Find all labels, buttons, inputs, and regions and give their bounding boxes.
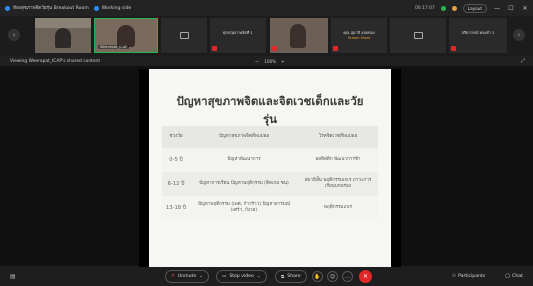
participant-tile-1[interactable]	[35, 18, 91, 53]
row-problem: ปัญหาพฤติกรรม (เพศ, ก้าวร้าว) ปัญหาอารมณ…	[190, 196, 298, 220]
participant-tile-3[interactable]	[161, 18, 207, 53]
header-age: ช่วงวัย	[162, 126, 190, 148]
participant-tile-2[interactable]: Weerapat_ICAP	[94, 18, 158, 53]
encryption-status-icon	[451, 5, 457, 11]
shared-screen: ปัญหาสุขภาพจิตและจิตเวชเด็กและวัยรุ่น ช่…	[0, 66, 533, 268]
participant-tile-8[interactable]: ปรียาภรณ์ ทองคำ 2	[449, 18, 507, 53]
share-button[interactable]: ⧉ Share	[275, 270, 307, 283]
gallery-next-icon[interactable]: ›	[513, 29, 525, 41]
row-problem: ปัญหาพัฒนาการ	[190, 148, 298, 172]
breakout-room-title: ห้องสุขภาพจิตวัยรุ่น Breakout Room	[5, 5, 89, 12]
row-age: 0-5 ปี	[162, 148, 190, 172]
participant-video-silhouette	[290, 24, 306, 48]
more-icon: …	[342, 271, 353, 282]
slide-border-right	[391, 69, 401, 268]
row-disorder: ออทิสติก พัฒนาการช้า	[298, 148, 378, 172]
header-problem: ปัญหาสุขภาพจิตที่พบบ่อย	[190, 126, 298, 148]
recording-indicator[interactable]: Working side	[93, 5, 132, 11]
room-name: ห้องสุขภาพจิตวัยรุ่น Breakout Room	[13, 5, 89, 11]
participant-video-silhouette	[117, 25, 135, 47]
maximize-button[interactable]: ☐	[507, 5, 515, 12]
camera-off-icon	[414, 32, 423, 39]
reactions-emoji-button[interactable]: ☺	[327, 270, 338, 283]
slide-title: ปัญหาสุขภาพจิตและจิตเวชเด็กและวัยรุ่น	[176, 94, 364, 126]
participant-gallery: ‹ Weerapat_ICAP ศุภกฤตภาพจิตที่ 1 คุณ สุ…	[0, 17, 533, 55]
participant-tile-6[interactable]: คุณ สุมาลี ลอยทอง Screen Share	[331, 18, 387, 53]
hand-icon: ✋	[312, 271, 323, 282]
screen-share-label: Screen Share	[347, 36, 371, 40]
chat-button[interactable]: ◯ Chat	[505, 270, 523, 283]
row-age: 13-18 ปี	[162, 196, 190, 220]
participant-tile-5[interactable]	[270, 18, 328, 53]
participants-button[interactable]: ⚇ Participants	[452, 270, 485, 283]
viewing-label: Viewing Weerapat_ICAP's shared content	[10, 58, 101, 64]
participants-icon: ⚇	[452, 274, 457, 279]
mic-muted-icon	[272, 46, 277, 51]
minimize-button[interactable]: —	[493, 5, 501, 12]
meeting-toolbar: ▤ ✕ Unmute ⌄ ▭ Stop video ⌄ ⧉ Share ✋ ☺ …	[0, 267, 533, 286]
table-row: 6-12 ปี ปัญหาการเรียน ปัญหาพฤติกรรม (ติด…	[162, 172, 378, 196]
table-row: 13-18 ปี ปัญหาพฤติกรรม (เพศ, ก้าวร้าว) ป…	[162, 196, 378, 220]
connection-status-icon	[440, 5, 446, 11]
stop-video-label: Stop video	[229, 274, 254, 279]
more-options-button[interactable]: …	[342, 270, 353, 283]
viewing-bar: Viewing Weerapat_ICAP's shared content —…	[0, 56, 533, 66]
recording-dot-icon	[93, 5, 99, 11]
mic-muted-icon	[451, 46, 456, 51]
row-disorder: พฤติกรรมเกเร	[298, 196, 378, 220]
table-row: 0-5 ปี ปัญหาพัฒนาการ ออทิสติก พัฒนาการช้…	[162, 148, 378, 172]
zoom-level[interactable]: 100%	[264, 59, 276, 64]
recording-label: Working side	[101, 5, 132, 11]
title-bar: ห้องสุขภาพจิตวัยรุ่น Breakout Room Worki…	[0, 0, 533, 16]
mic-muted-icon	[333, 46, 338, 51]
meeting-info-icon[interactable]: ▤	[10, 270, 16, 283]
row-disorder: สมาธิสั้น พฤติกรรมเกเร ภาวะการเรียนบกพร่…	[298, 172, 378, 196]
zoom-out-button[interactable]: —	[255, 59, 259, 64]
stop-video-control[interactable]: ▭ Stop video ⌄	[216, 270, 267, 283]
camera-off-icon	[180, 32, 189, 39]
end-meeting-button[interactable]: ✕	[359, 270, 372, 283]
title-bar-right: 00:17:07 Layout — ☐ ✕	[415, 0, 529, 16]
reactions-button[interactable]: ✋	[312, 270, 323, 283]
header-disorder: โรคจิตเวชที่พบบ่อย	[298, 126, 378, 148]
share-label: Share	[287, 274, 301, 279]
end-call-icon: ✕	[359, 270, 372, 283]
mic-muted-icon	[212, 46, 217, 51]
meeting-window: ห้องสุขภาพจิตวัยรุ่น Breakout Room Worki…	[0, 0, 533, 286]
view-options-icon[interactable]: ⤢	[521, 58, 525, 64]
mic-muted-icon: ✕	[171, 274, 175, 279]
participant-video-silhouette	[55, 28, 71, 48]
video-camera-icon: ▭	[222, 274, 227, 279]
slide-border-left	[139, 69, 149, 268]
table-header-row: ช่วงวัย ปัญหาสุขภาพจิตที่พบบ่อย โรคจิตเว…	[162, 126, 378, 148]
smile-icon: ☺	[327, 271, 338, 282]
chat-label: Chat	[512, 274, 523, 279]
layout-button[interactable]: Layout	[462, 3, 487, 13]
meeting-app-icon	[5, 5, 10, 11]
participants-label: Participants	[458, 274, 486, 279]
meeting-timer: 00:17:07	[415, 5, 435, 11]
participant-name: ปรียาภรณ์ ทองคำ 2	[461, 30, 495, 35]
participant-tile-4[interactable]: ศุภกฤตภาพจิตที่ 1	[210, 18, 266, 53]
close-button[interactable]: ✕	[521, 5, 529, 12]
zoom-in-button[interactable]: +	[281, 59, 285, 64]
participant-video-background	[35, 18, 91, 28]
chevron-down-icon: ⌄	[256, 274, 261, 279]
slide-table: ช่วงวัย ปัญหาสุขภาพจิตที่พบบ่อย โรคจิตเว…	[162, 126, 378, 220]
chevron-down-icon: ⌄	[199, 274, 204, 279]
gallery-prev-icon[interactable]: ‹	[8, 29, 20, 41]
unmute-control[interactable]: ✕ Unmute ⌄	[165, 270, 210, 283]
participant-name: Weerapat_ICAP	[98, 45, 130, 49]
share-control[interactable]: ⧉ Share	[275, 270, 307, 283]
unmute-label: Unmute	[177, 274, 197, 279]
share-screen-icon: ⧉	[281, 274, 285, 280]
unmute-button[interactable]: ✕ Unmute ⌄	[165, 270, 210, 283]
row-problem: ปัญหาการเรียน ปัญหาพฤติกรรม (ติดเกม ซน)	[190, 172, 298, 196]
chat-bubble-icon: ◯	[505, 274, 511, 279]
zoom-controls: — 100% +	[255, 56, 285, 66]
row-age: 6-12 ปี	[162, 172, 190, 196]
participant-name: ศุภกฤตภาพจิตที่ 1	[223, 30, 253, 35]
stop-video-button[interactable]: ▭ Stop video ⌄	[216, 270, 267, 283]
participant-tile-7[interactable]	[390, 18, 446, 53]
